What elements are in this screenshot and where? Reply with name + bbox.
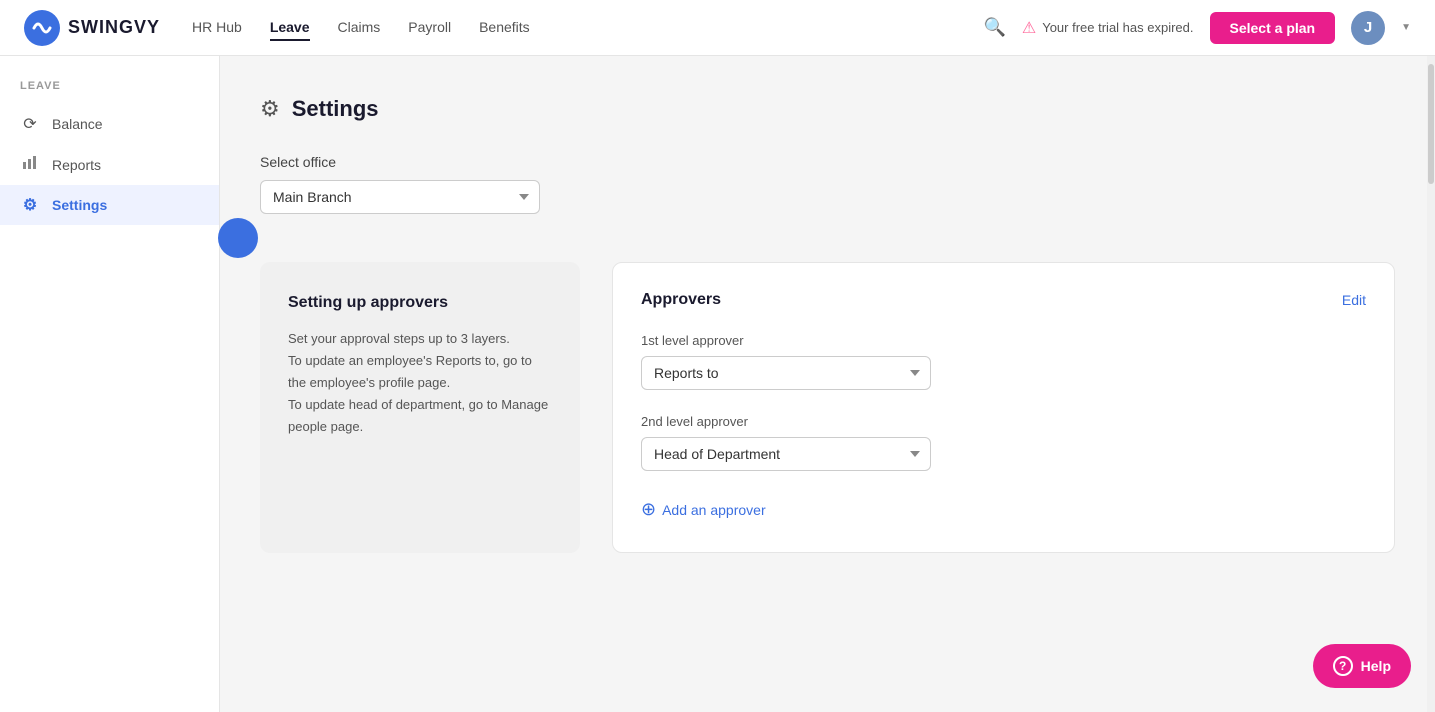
sidebar-item-balance[interactable]: ⟳ Balance	[0, 104, 219, 144]
nav-right: 🔍 ⚠ Your free trial has expired. Select …	[983, 11, 1411, 45]
approver-level2-select[interactable]: Reports to Head of Department	[641, 437, 931, 471]
sidebar: LEAVE ⟳ Balance Reports ⚙ Settings	[0, 56, 220, 712]
help-button[interactable]: ? Help	[1313, 644, 1411, 688]
trial-text: Your free trial has expired.	[1042, 20, 1193, 35]
logo[interactable]: SWINGVY	[24, 10, 160, 46]
info-card-text: Set your approval steps up to 3 layers. …	[288, 328, 552, 438]
layout: LEAVE ⟳ Balance Reports ⚙ Settings ⚙ Set…	[0, 56, 1435, 712]
page-title-icon: ⚙	[260, 96, 280, 122]
scrollbar-track	[1427, 56, 1435, 712]
approver-level2-row: 2nd level approver Reports to Head of De…	[641, 414, 1366, 471]
info-card-title: Setting up approvers	[288, 294, 552, 312]
info-card: Setting up approvers Set your approval s…	[260, 262, 580, 553]
settings-icon: ⚙	[20, 195, 40, 215]
approvers-card: Approvers Edit 1st level approver Report…	[612, 262, 1395, 553]
balance-icon: ⟳	[20, 114, 40, 134]
office-select[interactable]: Main Branch	[260, 180, 540, 214]
add-approver-label: Add an approver	[662, 502, 766, 518]
nav-leave[interactable]: Leave	[270, 15, 310, 41]
sidebar-item-label-settings: Settings	[52, 197, 107, 213]
select-plan-button[interactable]: Select a plan	[1210, 12, 1336, 44]
edit-link[interactable]: Edit	[1342, 292, 1366, 308]
select-office-section: Select office Main Branch	[260, 154, 1395, 214]
approver-level2-label: 2nd level approver	[641, 414, 1366, 429]
sidebar-section-label: LEAVE	[0, 80, 219, 104]
search-icon[interactable]: 🔍	[983, 17, 1005, 38]
user-menu-chevron-icon[interactable]: ▼	[1401, 22, 1411, 33]
trial-notice: ⚠ Your free trial has expired.	[1022, 18, 1194, 38]
nav-payroll[interactable]: Payroll	[408, 15, 451, 41]
approver-level1-row: 1st level approver Reports to Head of De…	[641, 333, 1366, 390]
approver-level1-label: 1st level approver	[641, 333, 1366, 348]
nav-benefits[interactable]: Benefits	[479, 15, 530, 41]
floating-circle-indicator	[218, 218, 258, 258]
scrollbar-thumb[interactable]	[1428, 64, 1434, 184]
logo-text: SWINGVY	[68, 17, 160, 38]
bottom-section: Setting up approvers Set your approval s…	[260, 262, 1395, 553]
page-title: Settings	[292, 96, 379, 122]
approver-level1-select[interactable]: Reports to Head of Department	[641, 356, 931, 390]
sidebar-item-settings[interactable]: ⚙ Settings	[0, 185, 219, 225]
page-title-row: ⚙ Settings	[260, 96, 1395, 122]
sidebar-item-label-balance: Balance	[52, 116, 103, 132]
avatar[interactable]: J	[1351, 11, 1385, 45]
topnav: SWINGVY HR Hub Leave Claims Payroll Bene…	[0, 0, 1435, 56]
help-circle-icon: ?	[1333, 656, 1353, 676]
nav-claims[interactable]: Claims	[338, 15, 381, 41]
sidebar-item-reports[interactable]: Reports	[0, 144, 219, 185]
nav-hrhub[interactable]: HR Hub	[192, 15, 242, 41]
reports-icon	[20, 154, 40, 175]
approvers-title: Approvers	[641, 291, 721, 309]
add-approver-button[interactable]: ⊕ Add an approver	[641, 495, 766, 524]
approvers-header: Approvers Edit	[641, 291, 1366, 309]
main-content: ⚙ Settings Select office Main Branch Set…	[220, 56, 1435, 712]
nav-links: HR Hub Leave Claims Payroll Benefits	[192, 15, 983, 41]
sidebar-item-label-reports: Reports	[52, 157, 101, 173]
trial-warning-icon: ⚠	[1022, 18, 1036, 38]
add-circle-icon: ⊕	[641, 499, 656, 520]
select-office-label: Select office	[260, 154, 1395, 170]
help-label: Help	[1361, 658, 1391, 674]
